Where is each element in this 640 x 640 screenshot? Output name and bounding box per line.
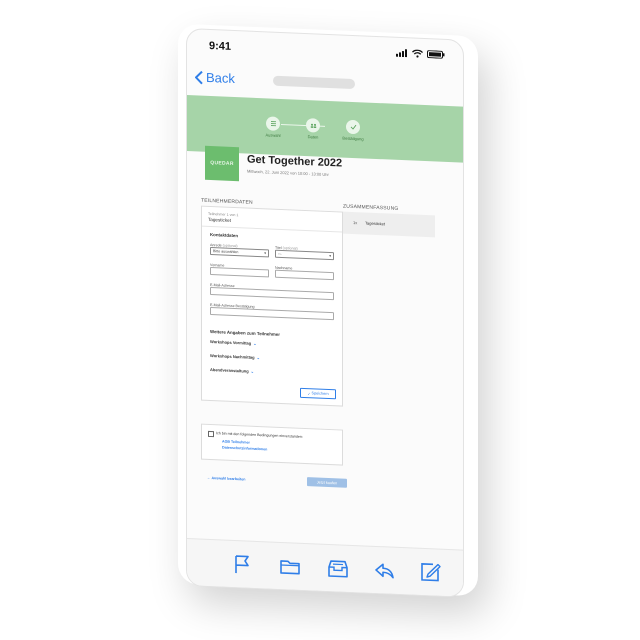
event-date: Mittwoch, 22. Juni 2022 von 10:00 - 13:0…	[247, 168, 329, 177]
participant-card: Teilnehmer 1 von 1 Tagesticket Kontaktda…	[201, 205, 343, 407]
email-confirm-group: E-Mail-Adresse Bestätigung	[210, 303, 334, 321]
chevron-down-icon: ⌄	[250, 368, 255, 374]
name-row: Vorname Nachname	[210, 263, 334, 281]
list-icon	[266, 116, 280, 131]
back-button[interactable]: Back	[195, 69, 235, 86]
phone-frame: 9:41 Back Auswahl Daten Bestätigung QUED…	[186, 28, 464, 598]
buy-now-button[interactable]: Jetzt kaufen	[307, 477, 347, 488]
titel-select[interactable]: --- ▾	[275, 249, 334, 261]
chevron-down-icon: ⌄	[253, 340, 257, 346]
logo-text: QUEDAR	[210, 160, 234, 168]
step-label: Bestätigung	[342, 135, 364, 142]
archive-icon[interactable]	[327, 557, 349, 580]
participant-card-body: Kontaktdaten Anrede (optional) Bitte aus…	[202, 227, 342, 406]
salutation-row: Anrede (optional) Bitte auswählen ▾ Titel…	[210, 243, 334, 261]
chevron-down-icon: ⌄	[256, 354, 260, 361]
users-icon	[306, 118, 320, 133]
url-bar[interactable]	[273, 75, 355, 90]
step-auswahl: Auswahl	[253, 116, 293, 139]
privacy-link[interactable]: Datenschutzinformationen	[222, 446, 267, 452]
signal-icon	[396, 49, 407, 58]
wifi-icon	[412, 49, 423, 58]
folder-icon[interactable]	[279, 555, 301, 578]
workshops-am-toggle[interactable]: Workshops Vormittag ⌄	[210, 339, 334, 349]
summary-qty: 1x	[353, 219, 358, 226]
titel-group: Titel (optional) --- ▾	[275, 246, 334, 261]
agb-link[interactable]: AGB Teilnehmer	[222, 440, 250, 445]
anrede-group: Anrede (optional) Bitte auswählen ▾	[210, 243, 269, 258]
nachname-field[interactable]	[275, 269, 334, 281]
compose-icon[interactable]	[419, 561, 441, 584]
save-button[interactable]: ✓ Speichern	[300, 387, 336, 400]
status-time: 9:41	[209, 39, 232, 53]
vorname-group: Vorname	[210, 263, 269, 278]
bottom-toolbar	[187, 538, 463, 597]
step-bestaetigung: Bestätigung	[333, 119, 373, 142]
terms-box: Ich bin mit den folgenden Bedingungen ei…	[201, 423, 343, 466]
more-info-heading: Weitere Angaben zum Teilnehmer	[210, 329, 280, 337]
email-group: E-Mail-Adresse	[210, 283, 334, 301]
workshops-pm-toggle[interactable]: Workshops Nachmittag ⌄	[210, 353, 334, 363]
status-icons	[396, 49, 445, 59]
chevron-down-icon: ▾	[264, 251, 266, 256]
participants-heading: TEILNEHMERDATEN	[201, 197, 253, 206]
check-icon: ✓	[307, 391, 311, 396]
chevron-down-icon: ▾	[329, 254, 331, 259]
edit-selection-label: Auswahl bearbeiten	[211, 476, 246, 482]
workshops-pm-label: Workshops Nachmittag	[210, 353, 255, 360]
step-label: Auswahl	[265, 132, 281, 138]
vorname-field[interactable]	[210, 267, 269, 278]
event-title: Get Together 2022	[247, 153, 343, 170]
stage: 9:41 Back Auswahl Daten Bestätigung QUED…	[0, 0, 640, 640]
anrede-select[interactable]: Bitte auswählen ▾	[210, 247, 269, 258]
terms-text: Ich bin mit den folgenden Bedingungen ei…	[216, 431, 303, 439]
save-label: Speichern	[311, 391, 329, 396]
battery-icon	[427, 50, 445, 59]
contact-heading: Kontaktdaten	[210, 232, 239, 239]
flag-icon[interactable]	[231, 553, 253, 576]
step-indicator: Auswahl Daten Bestätigung	[253, 116, 373, 151]
reply-icon[interactable]	[373, 559, 395, 582]
back-label: Back	[206, 69, 235, 87]
chevron-left-icon	[195, 70, 203, 84]
workshops-am-label: Workshops Vormittag	[210, 339, 252, 346]
event-logo: QUEDAR	[205, 145, 239, 182]
terms-checkbox[interactable]	[208, 430, 214, 438]
edit-selection-link[interactable]: ← Auswahl bearbeiten	[207, 476, 245, 482]
check-icon	[346, 119, 360, 135]
summary-item: Tagesticket	[365, 220, 386, 227]
summary-box: 1x Tagesticket	[343, 211, 435, 238]
summary-heading: ZUSAMMENFASSUNG	[343, 203, 399, 212]
nachname-group: Nachname	[275, 266, 334, 281]
step-label: Daten	[307, 134, 319, 140]
step-daten: Daten	[293, 117, 333, 140]
